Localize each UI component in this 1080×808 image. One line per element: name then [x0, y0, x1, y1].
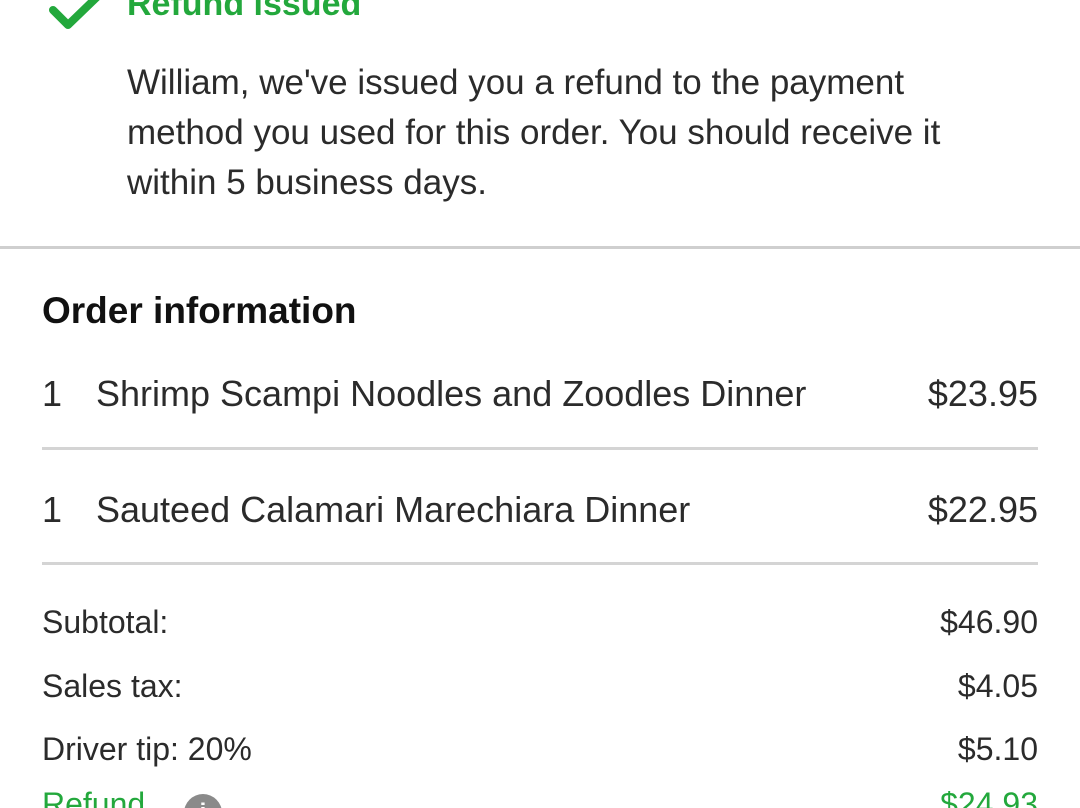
driver-tip-row: Driver tip: 20% $5.10 — [42, 727, 1038, 771]
item-price: $22.95 — [927, 489, 1038, 530]
subtotal-value: $46.90 — [940, 604, 1038, 640]
item-divider — [42, 447, 1038, 450]
item-price: $23.95 — [927, 373, 1038, 414]
refund-value: $24.93 — [940, 786, 1038, 808]
item-name: Shrimp Scampi Noodles and Zoodles Dinner — [96, 373, 807, 414]
refund-row: Refund i $24.93 — [42, 782, 1038, 808]
refund-label: Refund — [42, 786, 146, 808]
checkmark-icon — [49, 0, 100, 29]
order-details-page: Refund issued William, we've issued you … — [0, 0, 1080, 808]
subtotal-row: Subtotal: $46.90 — [42, 600, 1038, 644]
sales-tax-value: $4.05 — [957, 668, 1038, 704]
item-quantity: 1 — [42, 373, 63, 414]
refund-message: William, we've issued you a refund to th… — [127, 63, 941, 202]
info-icon[interactable]: i — [184, 794, 222, 808]
refund-title: Refund issued — [127, 0, 362, 23]
order-item: 1 Shrimp Scampi Noodles and Zoodles Dinn… — [42, 369, 1038, 419]
sales-tax-label: Sales tax: — [42, 668, 183, 704]
driver-tip-value: $5.10 — [957, 731, 1038, 767]
order-item: 1 Sauteed Calamari Marechiara Dinner $22… — [42, 485, 1038, 535]
item-divider — [42, 562, 1038, 565]
order-information-heading: Order information — [42, 290, 357, 331]
section-divider — [0, 246, 1080, 249]
driver-tip-label: Driver tip: 20% — [42, 731, 252, 767]
subtotal-label: Subtotal: — [42, 604, 169, 640]
item-name: Sauteed Calamari Marechiara Dinner — [96, 489, 691, 530]
refund-banner: Refund issued William, we've issued you … — [0, 0, 1080, 248]
item-quantity: 1 — [42, 489, 63, 530]
sales-tax-row: Sales tax: $4.05 — [42, 664, 1038, 708]
